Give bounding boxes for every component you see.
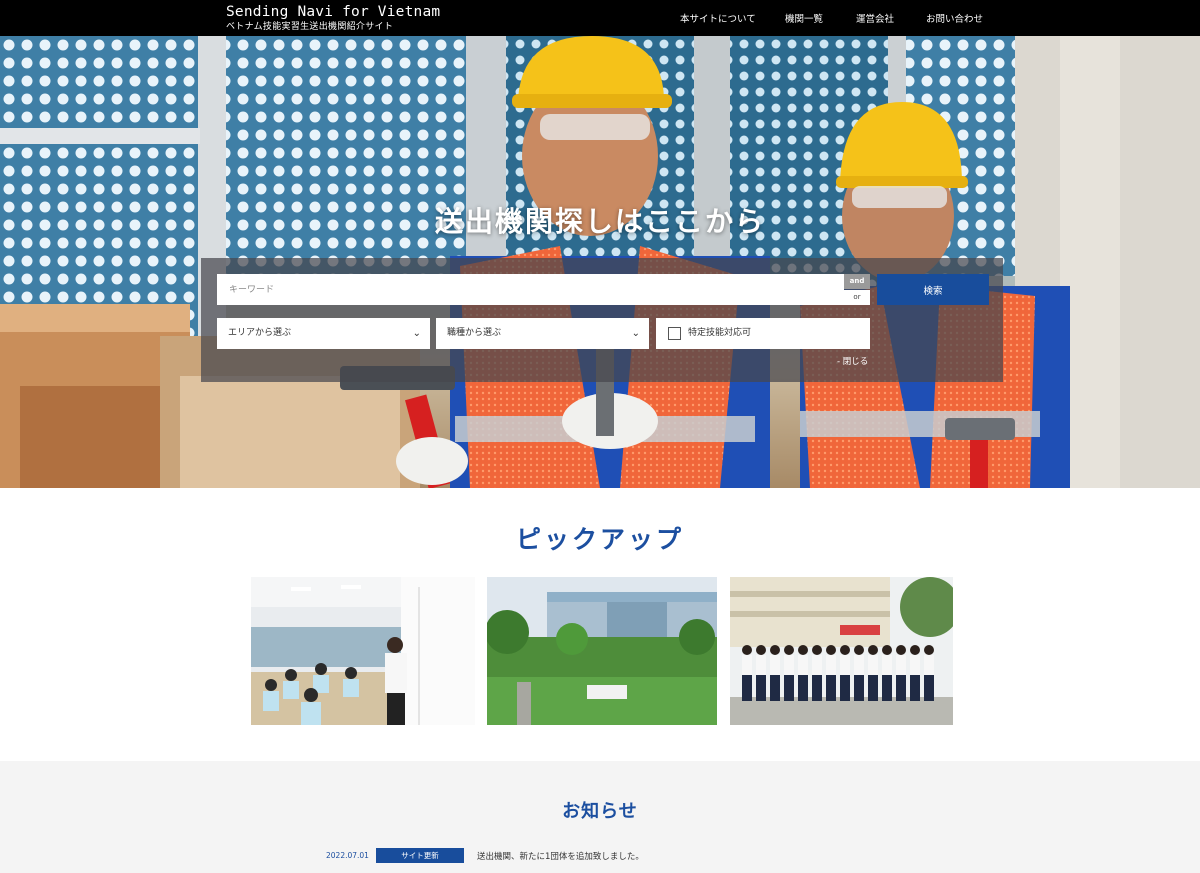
area-select-label: エリアから選ぶ: [228, 328, 292, 338]
specified-skills-checkbox[interactable]: 特定技能対応可: [656, 318, 870, 349]
keyword-input[interactable]: [217, 274, 844, 305]
news-category-badge: サイト更新: [376, 848, 464, 863]
search-button[interactable]: 検索: [877, 274, 989, 305]
and-option[interactable]: and: [844, 274, 870, 289]
job-select-label: 職種から選ぶ: [447, 328, 502, 338]
nav-company[interactable]: 運営会社: [856, 11, 894, 25]
site-title[interactable]: Sending Navi for Vietnam: [226, 3, 440, 21]
nav-about[interactable]: 本サイトについて: [680, 11, 756, 25]
nav-contact[interactable]: お問い合わせ: [926, 11, 983, 25]
pickup-card-campus[interactable]: [487, 577, 717, 725]
news-section: お知らせ 2022.07.01 サイト更新 送出機関、新たに1団体を追加致しまし…: [0, 761, 1200, 873]
search-panel: and or 検索 エリアから選ぶ ⌄ 職種から選ぶ ⌄ 特定技能対応可 - 閉…: [201, 258, 1003, 382]
pickup-card-classroom[interactable]: [251, 577, 475, 725]
hero-banner: 送出機関探しはここから and or 検索 エリアから選ぶ ⌄ 職種から選ぶ ⌄…: [0, 36, 1200, 488]
chevron-down-icon: ⌄: [631, 328, 640, 339]
site-logo[interactable]: Sending Navi for Vietnam ベトナム技能実習生送出機関紹介…: [226, 3, 440, 33]
chevron-down-icon: ⌄: [412, 328, 421, 339]
pickup-card-group[interactable]: [730, 577, 953, 725]
campus-photo: [487, 577, 717, 725]
news-item-link[interactable]: 送出機関、新たに1団体を追加致しました。: [477, 850, 644, 862]
site-header: Sending Navi for Vietnam ベトナム技能実習生送出機関紹介…: [0, 0, 1200, 36]
and-or-toggle: and or: [844, 274, 870, 305]
site-subtitle: ベトナム技能実習生送出機関紹介サイト: [226, 22, 394, 32]
nav-agencies[interactable]: 機関一覧: [785, 11, 823, 25]
news-heading: お知らせ: [562, 801, 638, 822]
job-select[interactable]: 職種から選ぶ ⌄: [436, 318, 649, 349]
checkbox-label: 特定技能対応可: [688, 328, 752, 338]
area-select[interactable]: エリアから選ぶ ⌄: [217, 318, 430, 349]
pickup-heading: ピックアップ: [515, 525, 684, 554]
classroom-photo: [251, 577, 475, 725]
checkbox-icon[interactable]: [668, 327, 681, 340]
group-photo: [730, 577, 953, 725]
news-date: 2022.07.01: [326, 851, 369, 860]
hero-heading: 送出機関探しはここから: [434, 205, 765, 238]
close-search-link[interactable]: - 閉じる: [837, 355, 868, 367]
or-option[interactable]: or: [844, 290, 870, 305]
